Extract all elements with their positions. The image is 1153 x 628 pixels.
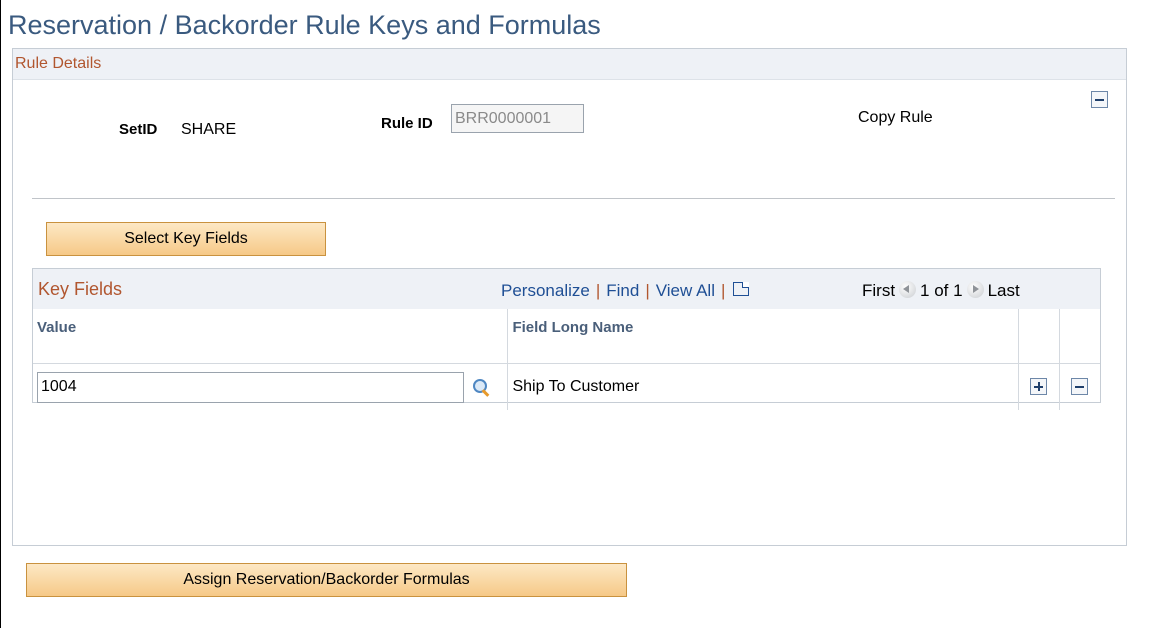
rule-details-group: Rule Details SetID SHARE Rule ID Copy Ru… xyxy=(12,48,1127,546)
key-fields-grid-header: Key Fields Personalize | Find | View All | Fi… xyxy=(33,269,1100,309)
delete-row-icon[interactable] xyxy=(1071,378,1089,396)
column-header-add xyxy=(1018,309,1060,364)
previous-row-icon[interactable] xyxy=(899,281,917,298)
new-window-grid-icon[interactable] xyxy=(733,282,750,296)
add-row-icon[interactable] xyxy=(1030,378,1048,396)
rule-details-header: Rule Details xyxy=(13,49,1126,80)
nav-separator: | xyxy=(595,281,601,300)
delete-row-cell xyxy=(1059,364,1100,411)
select-key-fields-button[interactable]: Select Key Fields xyxy=(46,222,326,256)
rule-id-label: Rule ID xyxy=(381,115,433,132)
setid-label: SetID xyxy=(119,121,158,138)
window-left-border xyxy=(0,0,1,628)
nav-separator: | xyxy=(645,281,650,300)
pager-range: 1 of 1 xyxy=(920,281,963,300)
field-long-name-cell: Ship To Customer xyxy=(507,363,1019,410)
page-title: Reservation / Backorder Rule Keys and Fo… xyxy=(8,10,601,40)
value-cell xyxy=(33,363,509,410)
grid-pager: First 1 of 1 Last xyxy=(862,281,1020,301)
column-header-value: Value xyxy=(33,309,509,364)
pager-first-label: First xyxy=(862,281,896,300)
section-divider xyxy=(32,198,1115,199)
rule-id-field xyxy=(451,104,584,133)
pager-last-label: Last xyxy=(987,281,1020,300)
personalize-link[interactable]: Personalize xyxy=(501,281,590,300)
key-fields-table: Value Field Long Name Ship To Customer xyxy=(33,309,1100,410)
nav-separator: | xyxy=(720,281,726,300)
grid-nav-links: Personalize | Find | View All | xyxy=(501,281,750,301)
add-row-cell xyxy=(1018,363,1060,410)
next-row-icon[interactable] xyxy=(966,281,984,298)
key-fields-grid: Key Fields Personalize | Find | View All | Fi… xyxy=(32,268,1101,410)
key-fields-title: Key Fields xyxy=(38,279,123,299)
copy-rule-text: Copy Rule xyxy=(858,109,933,126)
find-link[interactable]: Find xyxy=(606,281,639,300)
lookup-search-icon[interactable] xyxy=(472,378,490,396)
value-input[interactable] xyxy=(37,371,464,403)
column-header-delete xyxy=(1059,309,1100,364)
setid-value: SHARE xyxy=(181,121,237,138)
view-all-link[interactable]: View All xyxy=(656,281,715,300)
column-header-field-long-name: Field Long Name xyxy=(507,309,1019,364)
table-row: Ship To Customer xyxy=(33,363,1100,411)
collapse-section-icon[interactable] xyxy=(1091,91,1108,108)
assign-formulas-button[interactable]: Assign Reservation/Backorder Formulas xyxy=(26,563,627,597)
